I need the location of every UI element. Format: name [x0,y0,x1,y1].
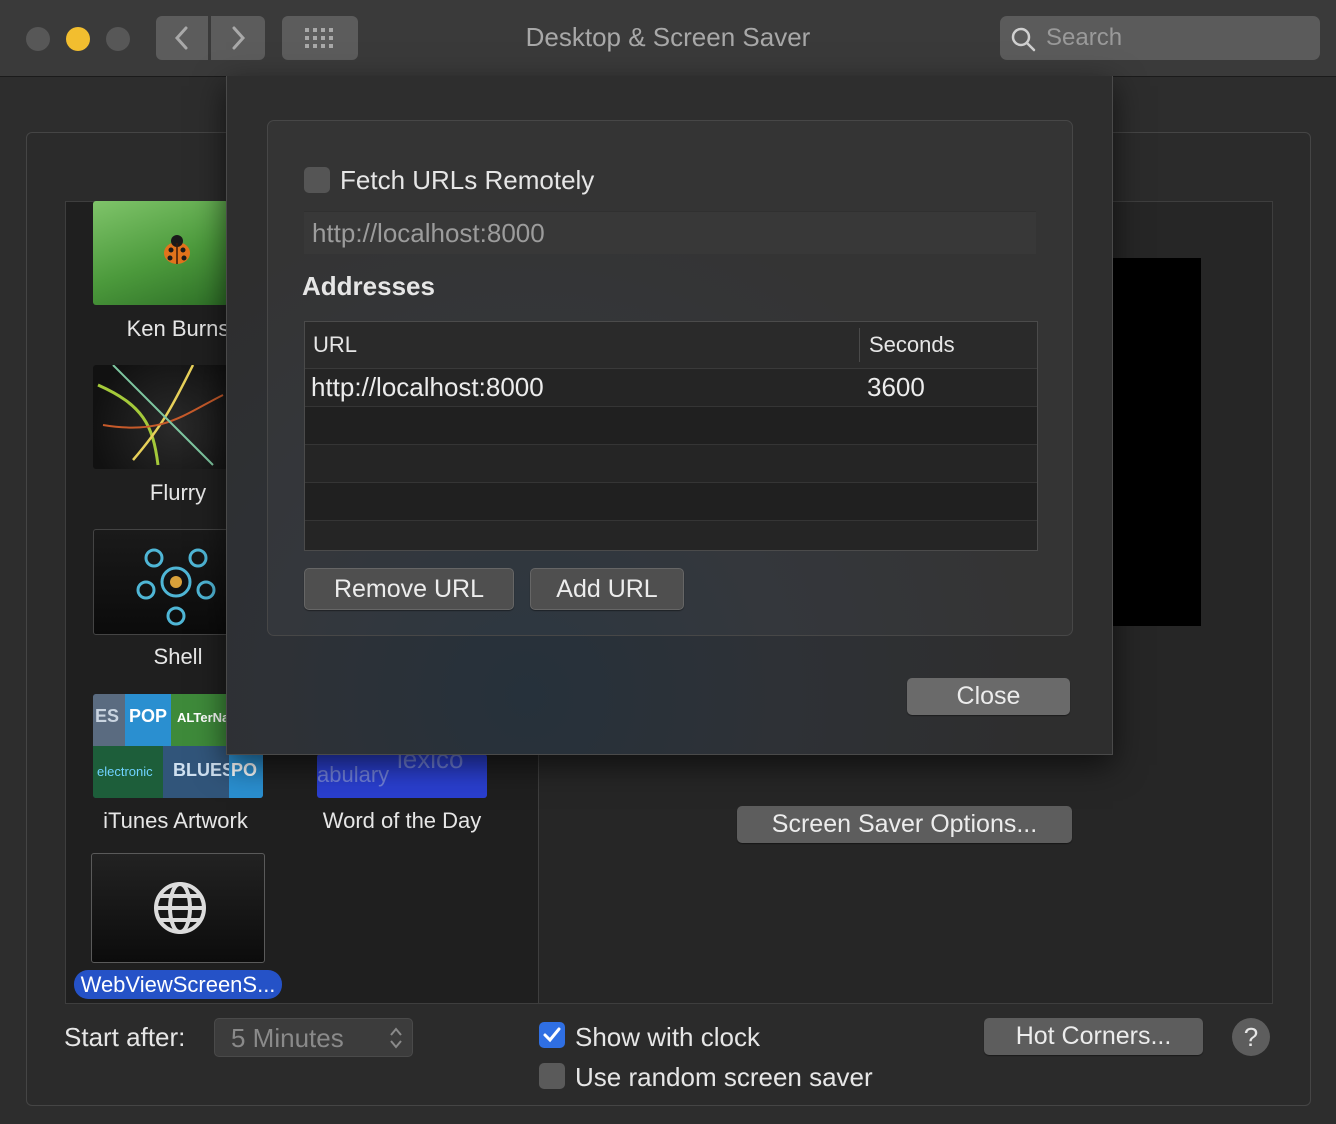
start-after-label: Start after: [64,1022,186,1052]
help-button[interactable]: ? [1232,1018,1270,1056]
word-tile-text: abulary [317,762,390,787]
webview-screensaver-label: WebViewScreenS... [80,972,276,997]
artwork-tile-text: POP [129,706,168,726]
fetch-urls-remotely-label: Fetch URLs Remotely [340,165,595,195]
word-of-the-day-label: Word of the Day [322,808,482,833]
globe-icon [154,882,206,934]
itunes-artwork-label: iTunes Artwork [103,808,248,833]
start-after-popup[interactable]: 5 Minutes [214,1018,413,1057]
shell-thumbnail[interactable] [93,529,230,635]
use-random-screen-saver-label: Use random screen saver [575,1062,873,1092]
table-row-empty [305,521,1037,550]
artwork-tile-text: ES [95,706,120,726]
artwork-tile: ES [93,694,125,746]
search-icon [1011,27,1036,52]
table-header: URL Seconds [305,322,1037,369]
word-of-the-day-thumbnail[interactable]: lexico abulary [317,754,487,798]
row-seconds[interactable]: 3600 [867,372,925,403]
shell-icon [136,548,216,626]
table-row-empty [305,445,1037,483]
search-field[interactable]: Search [1000,16,1320,60]
ken-burns-thumbnail[interactable] [93,201,228,305]
table-row-empty [305,483,1037,521]
column-divider [859,328,860,362]
remove-url-button[interactable]: Remove URL [304,568,514,610]
row-url[interactable]: http://localhost:8000 [311,372,544,403]
flurry-thumbnail[interactable] [93,365,228,469]
close-button[interactable]: Close [907,678,1070,715]
addresses-table[interactable]: URL Seconds http://localhost:8000 3600 [304,321,1038,551]
start-after-value: 5 Minutes [231,1023,344,1053]
word-tile-text: lexico [397,754,464,774]
checkmark-icon [543,1027,561,1043]
remote-url-value: http://localhost:8000 [312,218,545,248]
title-bar: Desktop & Screen Saver Search [0,0,1336,77]
add-url-button[interactable]: Add URL [530,568,684,610]
screen-saver-options-button[interactable]: Screen Saver Options... [737,806,1072,843]
artwork-tile-text: BLUES [173,760,235,780]
hot-corners-button[interactable]: Hot Corners... [984,1018,1203,1055]
artwork-tile-text: PO [231,760,258,780]
artwork-tile: BLUES [163,746,234,798]
show-with-clock-checkbox[interactable] [539,1022,565,1048]
show-with-clock-label: Show with clock [575,1022,760,1052]
system-preferences-window: Desktop & Screen Saver Search Ken Burns [0,0,1336,1124]
table-row-empty [305,407,1037,445]
artwork-tile-text: electronic [97,764,153,779]
search-placeholder: Search [1046,24,1123,51]
addresses-heading: Addresses [302,271,435,301]
table-row[interactable]: http://localhost:8000 3600 [305,369,1037,407]
artwork-tile: electronic [93,746,163,798]
ladybug-icon [164,235,190,264]
webview-screensaver-thumbnail[interactable] [91,853,265,963]
chevron-up-down-icon [390,1027,402,1049]
flurry-icon [97,365,224,466]
column-header-url[interactable]: URL [313,332,357,358]
webview-options-sheet: Fetch URLs Remotely http://localhost:800… [226,76,1113,755]
artwork-tile: POP [125,694,171,746]
remote-url-field[interactable]: http://localhost:8000 [304,211,1036,254]
fetch-urls-remotely-checkbox[interactable] [304,167,330,193]
preview-screen [1100,258,1201,626]
options-group-box: Fetch URLs Remotely http://localhost:800… [267,120,1073,636]
column-header-seconds[interactable]: Seconds [869,332,955,358]
use-random-screen-saver-checkbox[interactable] [539,1063,565,1089]
